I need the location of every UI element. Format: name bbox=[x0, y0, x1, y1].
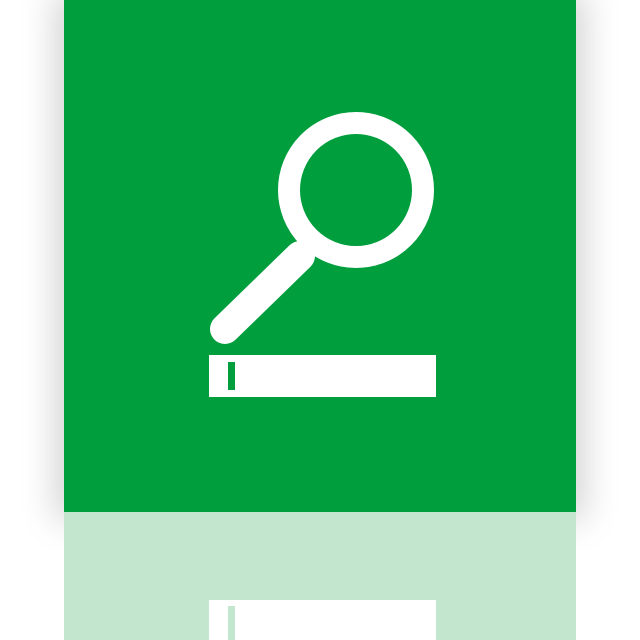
tile-reflection bbox=[64, 512, 576, 640]
text-cursor-icon bbox=[228, 362, 235, 390]
search-app-tile[interactable] bbox=[64, 0, 576, 512]
reflection-search-field-icon bbox=[64, 512, 576, 640]
app-tile-stage bbox=[0, 0, 640, 640]
text-field-box bbox=[209, 355, 436, 397]
reflection-text-field-box bbox=[209, 600, 436, 640]
search-field-icon bbox=[64, 0, 576, 512]
text-field-icon bbox=[209, 355, 436, 397]
reflection-text-cursor-icon bbox=[228, 606, 235, 640]
